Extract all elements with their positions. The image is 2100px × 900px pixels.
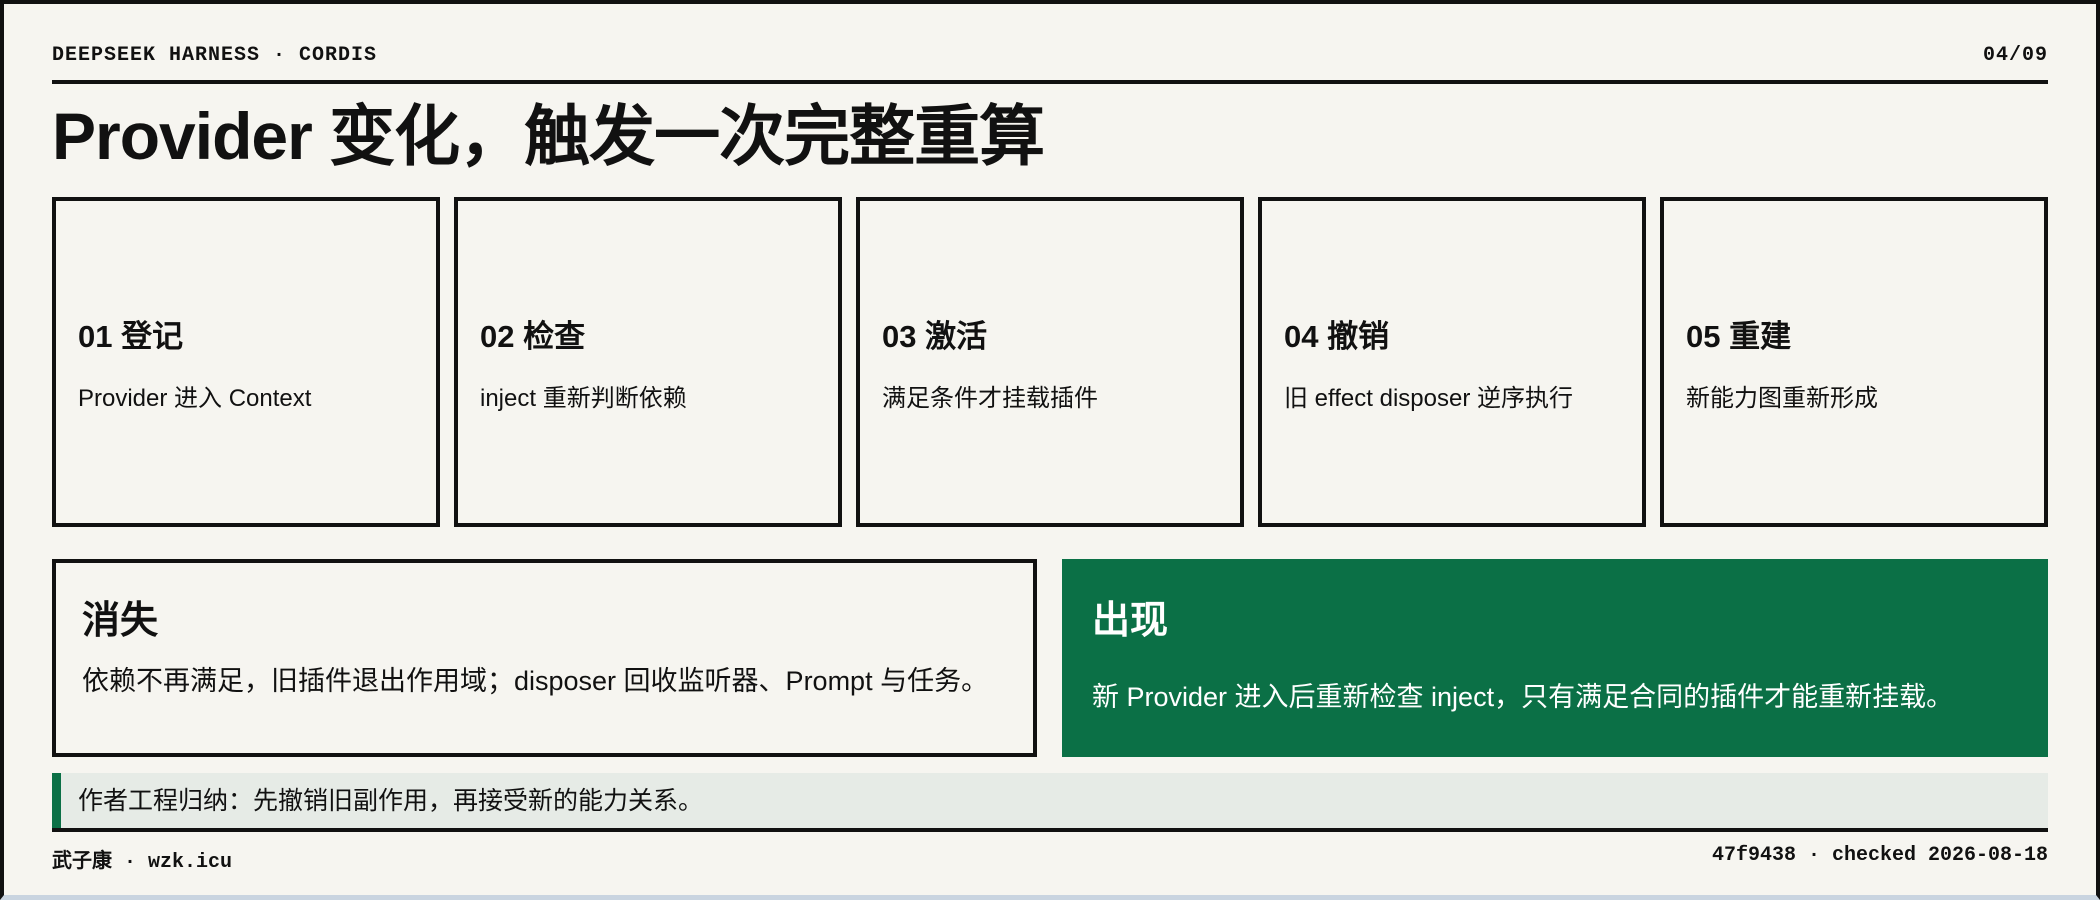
slide-footer: 武子康 · wzk.icu 47f9438 · checked 2026-08-… bbox=[52, 828, 2048, 874]
appear-panel: 出现 新 Provider 进入后重新检查 inject，只有满足合同的插件才能… bbox=[1062, 559, 2048, 757]
step-card-activate: 03 激活 满足条件才挂载插件 bbox=[856, 197, 1244, 527]
step-row: 01 登记 Provider 进入 Context 02 检查 inject 重… bbox=[52, 197, 2048, 527]
step-card-register: 01 登记 Provider 进入 Context bbox=[52, 197, 440, 527]
step-description: 满足条件才挂载插件 bbox=[882, 385, 1098, 412]
author-note: 作者工程归纳：先撤销旧副作用，再接受新的能力关系。 bbox=[52, 773, 2048, 829]
disappear-heading: 消失 bbox=[82, 600, 159, 642]
step-description: 新能力图重新形成 bbox=[1686, 385, 1878, 412]
page-title: Provider 变化，触发一次完整重算 bbox=[52, 99, 1045, 173]
step-card-rebuild: 05 重建 新能力图重新形成 bbox=[1660, 197, 2048, 527]
author-credit: 武子康 · wzk.icu bbox=[52, 851, 233, 874]
step-label: 02 检查 bbox=[480, 319, 586, 354]
step-card-revoke: 04 撤销 旧 effect disposer 逆序执行 bbox=[1258, 197, 1646, 527]
step-description: inject 重新判断依赖 bbox=[480, 385, 687, 412]
step-label: 03 激活 bbox=[882, 319, 988, 354]
brand-label: DEEPSEEK HARNESS · CORDIS bbox=[52, 44, 378, 67]
step-label: 01 登记 bbox=[78, 319, 184, 354]
appear-heading: 出现 bbox=[1092, 600, 1169, 642]
disappear-panel: 消失 依赖不再满足，旧插件退出作用域；disposer 回收监听器、Prompt… bbox=[52, 559, 1037, 757]
step-label: 05 重建 bbox=[1686, 319, 1792, 354]
disappear-text: 依赖不再满足，旧插件退出作用域；disposer 回收监听器、Prompt 与任… bbox=[82, 666, 989, 696]
commit-meta: 47f9438 · checked 2026-08-18 bbox=[1711, 844, 2048, 867]
page-number: 04/09 bbox=[1982, 44, 2048, 67]
appear-text: 新 Provider 进入后重新检查 inject，只有满足合同的插件才能重新挂… bbox=[1092, 682, 1954, 712]
step-card-check: 02 检查 inject 重新判断依赖 bbox=[454, 197, 842, 527]
step-description: Provider 进入 Context bbox=[78, 385, 312, 412]
step-label: 04 撤销 bbox=[1284, 319, 1390, 354]
slide-header: DEEPSEEK HARNESS · CORDIS 04/09 bbox=[52, 40, 2048, 84]
step-description: 旧 effect disposer 逆序执行 bbox=[1284, 385, 1573, 412]
